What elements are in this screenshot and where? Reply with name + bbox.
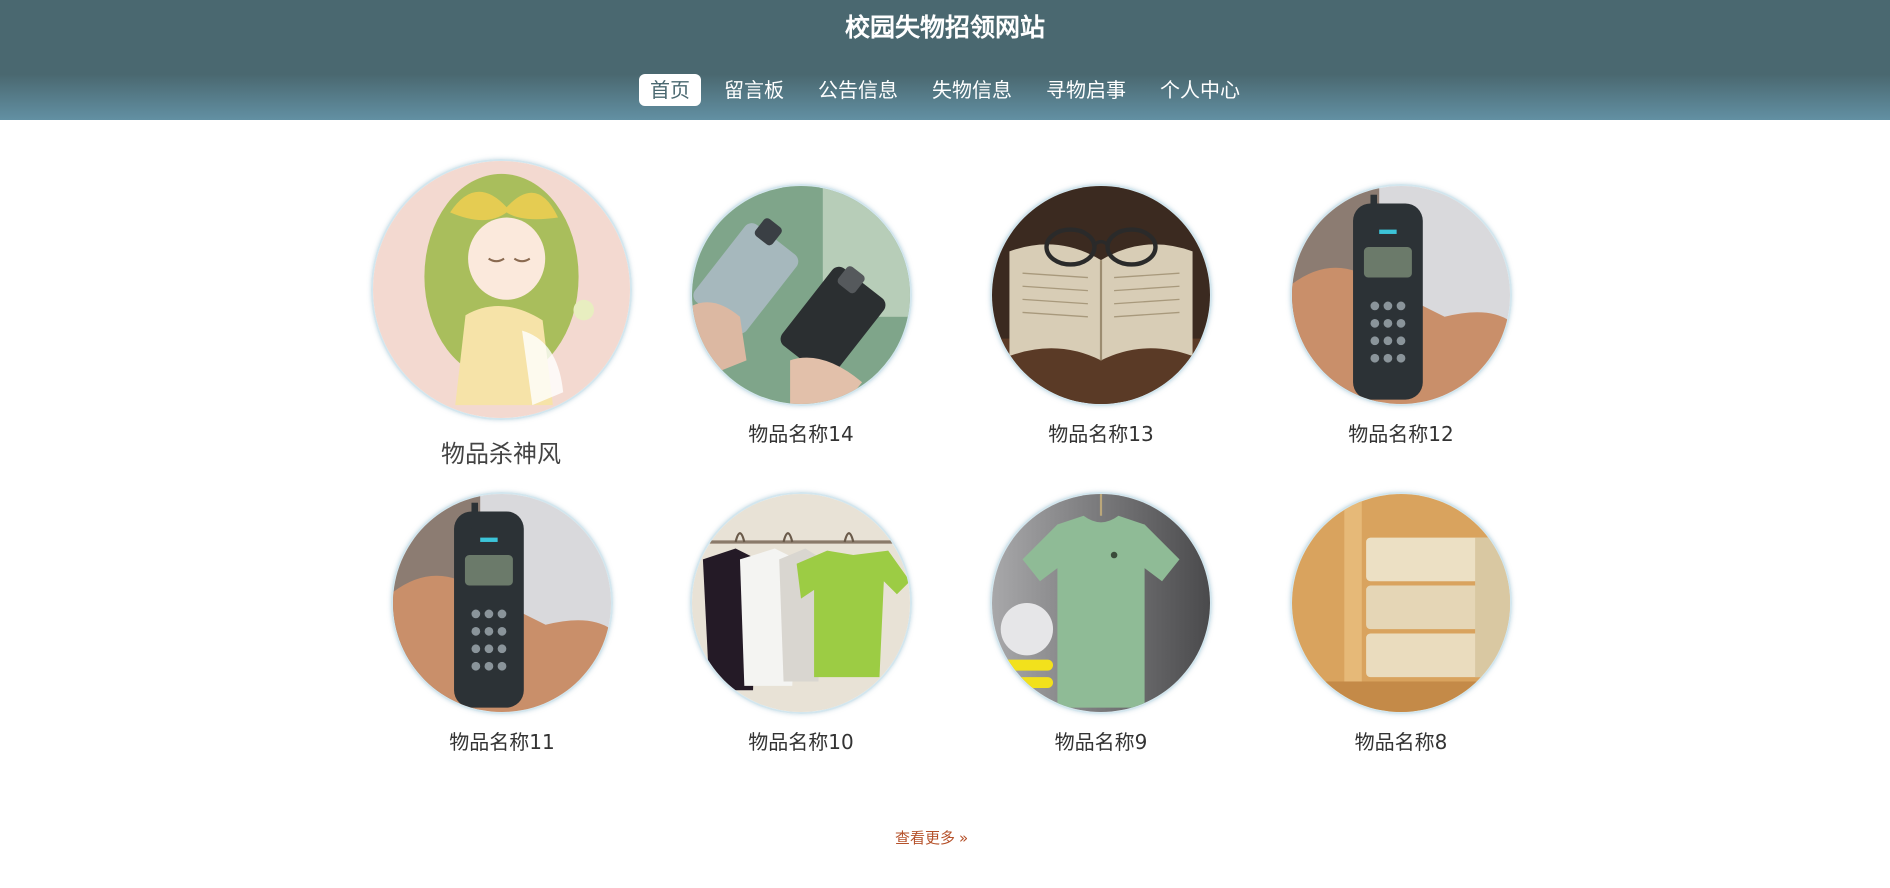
item-name[interactable]: 物品名称13 bbox=[951, 418, 1251, 447]
site-header: 校园失物招领网站 首页 留言板 公告信息 失物信息 寻物启事 个人中心 bbox=[0, 0, 1890, 120]
item-image-anime-girl[interactable] bbox=[371, 159, 632, 420]
item-image-cellphone[interactable] bbox=[1290, 184, 1512, 406]
item-image-smartphones[interactable] bbox=[690, 184, 912, 406]
item-name[interactable]: 物品名称8 bbox=[1251, 726, 1551, 755]
item-image-books[interactable] bbox=[1290, 492, 1512, 714]
main-nav: 首页 留言板 公告信息 失物信息 寻物启事 个人中心 bbox=[0, 74, 1890, 106]
item-name[interactable]: 物品名称10 bbox=[651, 726, 951, 755]
item-image-green-t-shirt[interactable] bbox=[990, 492, 1212, 714]
view-more-label: 查看更多 bbox=[895, 829, 956, 847]
nav-announcements[interactable]: 公告信息 bbox=[807, 74, 909, 106]
item-image-glasses-book[interactable] bbox=[990, 184, 1212, 406]
nav-home[interactable]: 首页 bbox=[639, 74, 701, 106]
item-name[interactable]: 物品名称14 bbox=[651, 418, 951, 447]
item-name[interactable]: 物品杀神风 bbox=[351, 434, 651, 469]
nav-lost-items[interactable]: 失物信息 bbox=[921, 74, 1023, 106]
item-image-t-shirts[interactable] bbox=[690, 492, 912, 714]
double-chevron-right-icon: » bbox=[959, 829, 969, 847]
item-name[interactable]: 物品名称11 bbox=[352, 726, 652, 755]
item-name[interactable]: 物品名称12 bbox=[1251, 418, 1551, 447]
nav-personal-center[interactable]: 个人中心 bbox=[1149, 74, 1251, 106]
item-name[interactable]: 物品名称9 bbox=[951, 726, 1251, 755]
nav-seeking-notices[interactable]: 寻物启事 bbox=[1035, 74, 1137, 106]
site-title: 校园失物招领网站 bbox=[844, 13, 1045, 42]
view-more-link[interactable]: 查看更多» bbox=[895, 826, 995, 850]
nav-message-board[interactable]: 留言板 bbox=[713, 74, 795, 106]
item-image-cellphone[interactable] bbox=[391, 492, 613, 714]
